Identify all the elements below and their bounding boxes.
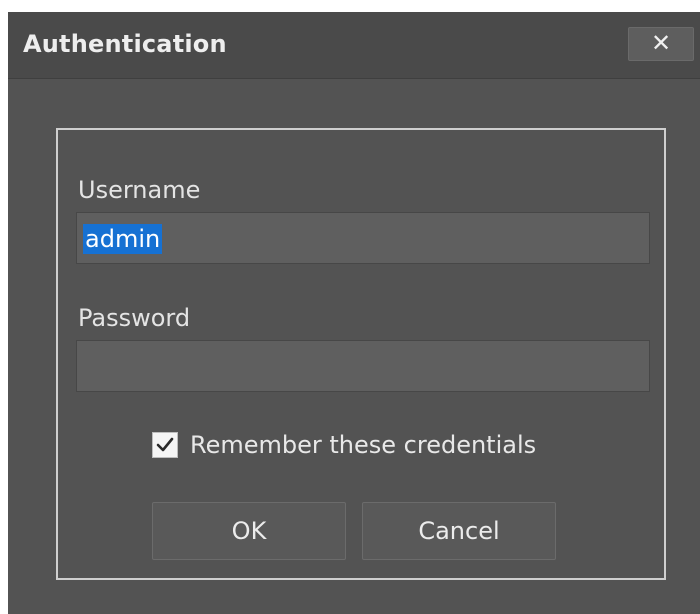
dialog-title: Authentication: [23, 30, 227, 58]
remember-label: Remember these credentials: [190, 431, 537, 459]
close-icon: ✕: [650, 29, 672, 57]
password-field[interactable]: [76, 340, 650, 392]
username-field[interactable]: admin: [76, 212, 650, 264]
close-button[interactable]: ✕: [628, 27, 694, 61]
cancel-button[interactable]: Cancel: [362, 502, 556, 560]
checkmark-icon: [156, 437, 174, 452]
credentials-panel: Username admin Password Remember these c…: [56, 128, 666, 580]
authentication-dialog: Authentication ✕ Username admin Password…: [8, 12, 700, 614]
password-input[interactable]: [77, 341, 649, 391]
password-label: Password: [78, 304, 191, 332]
remember-checkbox[interactable]: [152, 432, 178, 458]
title-bar[interactable]: Authentication ✕: [8, 12, 700, 79]
username-input[interactable]: admin: [83, 224, 163, 254]
ok-button[interactable]: OK: [152, 502, 346, 560]
username-label: Username: [78, 176, 201, 204]
remember-credentials-row[interactable]: Remember these credentials: [152, 428, 536, 462]
